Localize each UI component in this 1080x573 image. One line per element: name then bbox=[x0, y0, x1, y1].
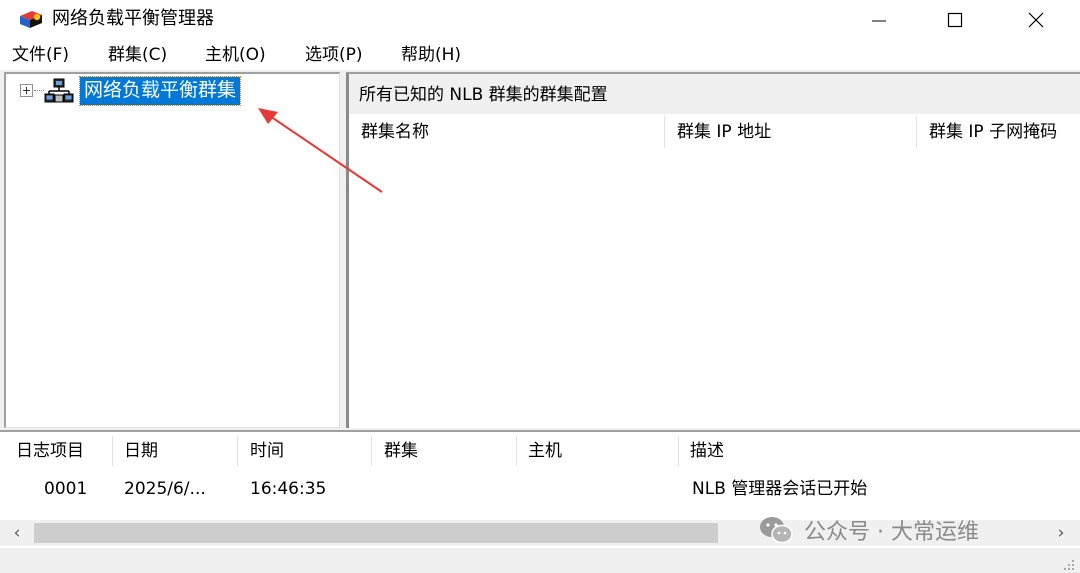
menu-file[interactable]: 文件(F) bbox=[12, 44, 69, 66]
column-cluster-name[interactable]: 群集名称 bbox=[349, 114, 665, 150]
column-divider[interactable] bbox=[678, 436, 679, 466]
log-description: NLB 管理器会话已开始 bbox=[692, 479, 868, 499]
column-divider[interactable] bbox=[516, 436, 517, 466]
column-cluster-ip[interactable]: 群集 IP 地址 bbox=[665, 114, 917, 150]
log-column-entry[interactable]: 日志项目 bbox=[10, 432, 84, 470]
maximize-button[interactable] bbox=[922, 0, 988, 40]
column-divider[interactable] bbox=[237, 436, 238, 466]
minimize-icon bbox=[872, 20, 886, 22]
scroll-left-icon[interactable]: ‹ bbox=[6, 522, 28, 544]
status-bar bbox=[0, 548, 1080, 573]
log-column-headers: 日志项目 日期 时间 群集 主机 描述 bbox=[0, 432, 1080, 470]
watermark: 公众号 · 大常运维 bbox=[758, 512, 979, 548]
minimize-button[interactable] bbox=[846, 0, 912, 40]
log-column-time[interactable]: 时间 bbox=[244, 432, 284, 470]
log-date: 2025/6/... bbox=[124, 479, 206, 499]
maximize-icon bbox=[947, 12, 963, 28]
cluster-network-icon bbox=[44, 78, 74, 103]
menu-cluster[interactable]: 群集(C) bbox=[108, 44, 167, 66]
log-entry: 0001 bbox=[44, 479, 88, 499]
pane-header: 所有已知的 NLB 群集的群集配置 bbox=[349, 74, 1080, 114]
watermark-text: 公众号 · 大常运维 bbox=[804, 520, 979, 545]
pane-header-text: 所有已知的 NLB 群集的群集配置 bbox=[359, 85, 608, 105]
column-divider[interactable] bbox=[112, 436, 113, 466]
scroll-right-icon[interactable]: › bbox=[1050, 522, 1072, 544]
column-headers: 群集名称 群集 IP 地址 群集 IP 子网掩码 bbox=[349, 114, 1080, 150]
menu-bar: 文件(F) 群集(C) 主机(O) 选项(P) 帮助(H) bbox=[0, 40, 1080, 70]
log-time: 16:46:35 bbox=[250, 479, 327, 499]
close-button[interactable] bbox=[1003, 0, 1069, 40]
resize-grip-icon[interactable] bbox=[1062, 558, 1076, 572]
window-title: 网络负载平衡管理器 bbox=[52, 8, 214, 29]
log-row[interactable]: 0001 2025/6/... 16:46:35 NLB 管理器会话已开始 bbox=[0, 472, 1080, 506]
column-cluster-subnet[interactable]: 群集 IP 子网掩码 bbox=[917, 114, 1080, 150]
menu-options[interactable]: 选项(P) bbox=[305, 44, 363, 66]
log-panel[interactable]: 日志项目 日期 时间 群集 主机 描述 0001 2025/6/... 16:4… bbox=[0, 430, 1080, 573]
column-divider[interactable] bbox=[371, 436, 372, 466]
tree-root-node[interactable]: 网络负载平衡群集 bbox=[78, 76, 242, 106]
annotation-arrow bbox=[258, 108, 383, 193]
tree-connector bbox=[34, 90, 44, 91]
title-bar: 网络负载平衡管理器 bbox=[0, 0, 1080, 40]
log-column-description[interactable]: 描述 bbox=[684, 432, 724, 470]
nlb-manager-icon bbox=[20, 11, 42, 28]
cluster-list-pane[interactable]: 所有已知的 NLB 群集的群集配置 群集名称 群集 IP 地址 群集 IP 子网… bbox=[346, 72, 1080, 428]
main-area: 网络负载平衡群集 所有已知的 NLB 群集的群集配置 群集名称 群集 IP 地址… bbox=[0, 70, 1080, 430]
menu-host[interactable]: 主机(O) bbox=[205, 44, 266, 66]
menu-help[interactable]: 帮助(H) bbox=[401, 44, 461, 66]
log-column-host[interactable]: 主机 bbox=[522, 432, 562, 470]
close-icon bbox=[1028, 12, 1044, 28]
log-column-date[interactable]: 日期 bbox=[118, 432, 158, 470]
wechat-icon bbox=[760, 517, 793, 544]
scrollbar-thumb[interactable] bbox=[34, 523, 718, 543]
log-column-cluster[interactable]: 群集 bbox=[378, 432, 418, 470]
tree-expand-icon[interactable] bbox=[20, 84, 33, 97]
